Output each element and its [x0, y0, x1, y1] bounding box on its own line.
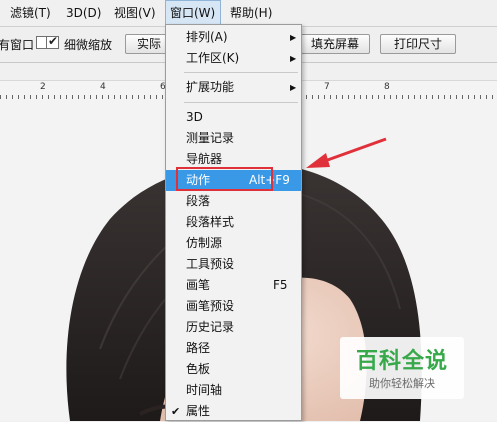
- menu-item-label: 路径: [186, 341, 211, 355]
- menu-help[interactable]: 帮助(H): [226, 0, 276, 26]
- menu-view[interactable]: 视图(V): [110, 0, 160, 26]
- menu-item-label: 测量记录: [186, 131, 235, 145]
- checkmark-icon: ✔: [171, 405, 181, 418]
- menu-item-measurement-log[interactable]: 测量记录: [166, 128, 301, 149]
- menu-item-paths[interactable]: 路径: [166, 338, 301, 359]
- submenu-arrow-icon: ▶: [290, 83, 297, 92]
- menu-item-label: 色板: [186, 362, 211, 376]
- menu-item-paragraph[interactable]: 段落: [166, 191, 301, 212]
- menu-item-label: 段落: [186, 194, 211, 208]
- fill-screen-button[interactable]: 填充屏幕: [300, 34, 370, 54]
- menu-item-label: 段落样式: [186, 215, 235, 229]
- menu-item-properties[interactable]: ✔ 属性: [166, 401, 301, 422]
- watermark-title: 百科全说: [355, 349, 448, 374]
- menu-item-arrange[interactable]: 排列(A) ▶: [166, 27, 301, 48]
- menu-item-workspace[interactable]: 工作区(K) ▶: [166, 48, 301, 69]
- print-size-button[interactable]: 打印尺寸: [380, 34, 456, 54]
- menu-window[interactable]: 窗口(W): [165, 0, 221, 26]
- menu-item-label: 排列(A): [186, 30, 228, 44]
- ruler-label: 4: [100, 82, 106, 92]
- menu-item-timeline[interactable]: 时间轴: [166, 380, 301, 401]
- menu-item-shortcut: F5: [273, 278, 288, 292]
- ruler-label: 8: [384, 82, 390, 92]
- submenu-arrow-icon: ▶: [290, 54, 297, 63]
- menu-item-3d[interactable]: 3D: [166, 107, 301, 128]
- menu-separator: [184, 102, 298, 103]
- ruler-label: 7: [324, 82, 330, 92]
- menu-item-extensions[interactable]: 扩展功能 ▶: [166, 77, 301, 98]
- menu-item-label: 工具预设: [186, 257, 235, 271]
- watermark-subtitle: 助你轻松解决: [369, 377, 435, 390]
- menu-item-swatches[interactable]: 色板: [166, 359, 301, 380]
- menu-item-brush-presets[interactable]: 画笔预设: [166, 296, 301, 317]
- menu-item-label: 属性: [186, 404, 211, 418]
- menu-item-label: 画笔: [186, 278, 211, 292]
- menu-item-label: 时间轴: [186, 383, 223, 397]
- menu-item-clone-source[interactable]: 仿制源: [166, 233, 301, 254]
- all-windows-label: 有窗口: [0, 38, 35, 52]
- ruler-label: 2: [40, 82, 46, 92]
- menu-item-history[interactable]: 历史记录: [166, 317, 301, 338]
- annotation-highlight-box: [176, 167, 273, 191]
- scrubby-zoom-checkbox[interactable]: ✔: [46, 34, 59, 49]
- menu-item-paragraph-styles[interactable]: 段落样式: [166, 212, 301, 233]
- menu-item-tool-presets[interactable]: 工具预设: [166, 254, 301, 275]
- menu-bar: 滤镜(T) 3D(D) 视图(V) 窗口(W) 帮助(H): [0, 0, 497, 27]
- menu-separator: [184, 72, 298, 73]
- watermark-logo: 百科全说 助你轻松解决: [340, 337, 464, 399]
- menu-item-brush[interactable]: 画笔 F5: [166, 275, 301, 296]
- menu-item-label: 扩展功能: [186, 80, 235, 94]
- menu-3d[interactable]: 3D(D): [62, 0, 105, 26]
- annotation-arrow-icon: [306, 137, 387, 168]
- checkmark-icon: ✔: [48, 34, 59, 48]
- menu-item-label: 3D: [186, 110, 203, 124]
- menu-item-label: 工作区(K): [186, 51, 240, 65]
- menu-filter[interactable]: 滤镜(T): [6, 0, 55, 26]
- scrubby-zoom-label: 细微缩放: [64, 38, 113, 52]
- submenu-arrow-icon: ▶: [290, 33, 297, 42]
- window-menu-dropdown: 排列(A) ▶ 工作区(K) ▶ 扩展功能 ▶ 3D 测量记录 导航器 动作 A…: [165, 24, 302, 421]
- menu-item-label: 仿制源: [186, 236, 223, 250]
- menu-item-label: 历史记录: [186, 320, 235, 334]
- menu-item-label: 画笔预设: [186, 299, 235, 313]
